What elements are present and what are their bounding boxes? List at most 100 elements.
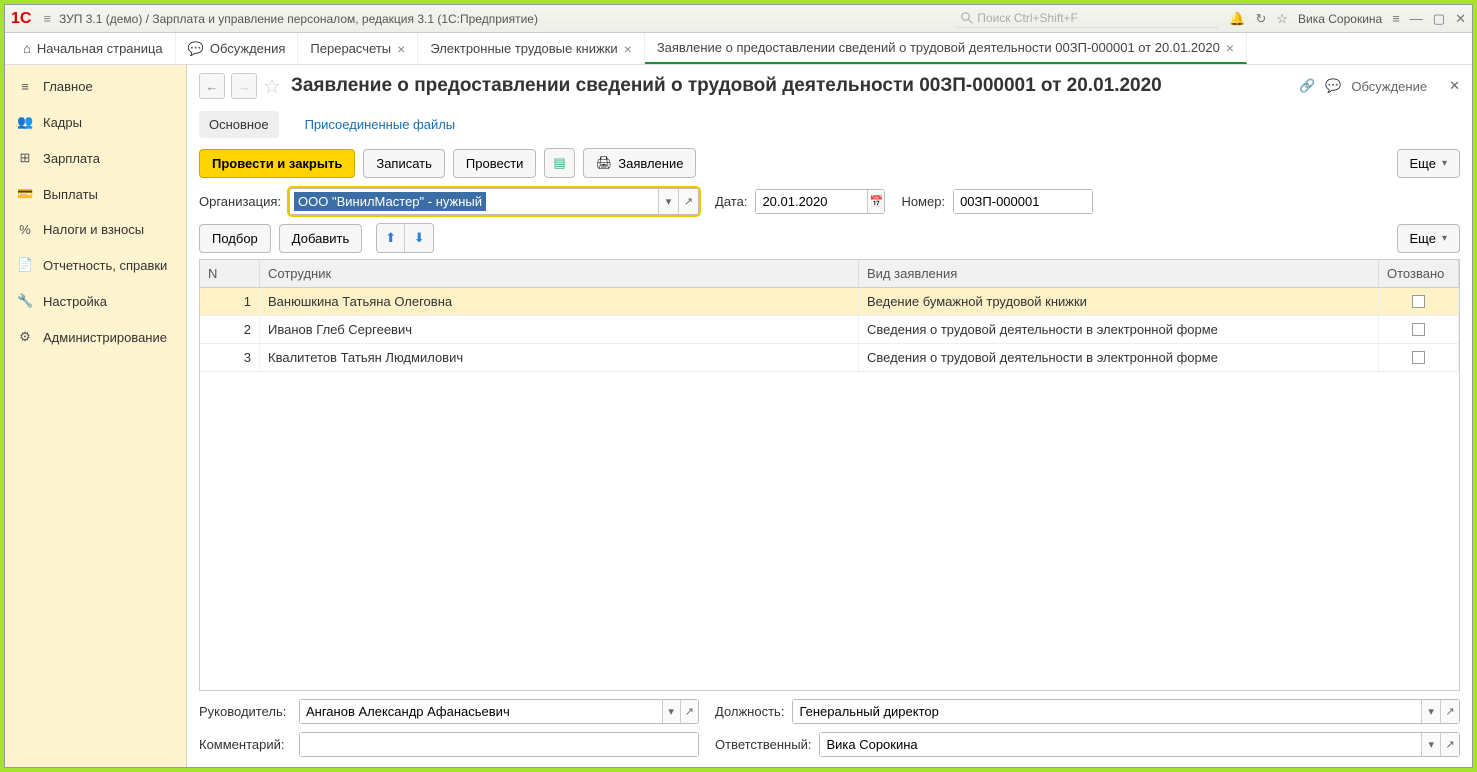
tab-label: Перерасчеты <box>310 41 391 56</box>
open-icon[interactable]: ↗ <box>1440 733 1459 756</box>
print-button[interactable]: 🖨Заявление <box>583 148 697 178</box>
page-title: Заявление о предоставлении сведений о тр… <box>291 75 1293 97</box>
back-button[interactable]: ← <box>199 73 225 99</box>
maximize-icon[interactable]: ▢ <box>1433 11 1445 27</box>
responsible-field[interactable]: ▾ ↗ <box>819 732 1460 757</box>
grid-header: N Сотрудник Вид заявления Отозвано <box>200 260 1459 288</box>
tab-label: Заявление о предоставлении сведений о тр… <box>657 40 1220 55</box>
comment-input[interactable] <box>300 733 698 756</box>
num-input[interactable] <box>954 190 1092 213</box>
form-row-main: Организация: ООО "ВинилМастер" - нужный … <box>199 188 1460 215</box>
comment-field[interactable] <box>299 732 699 757</box>
sidebar-item-taxes[interactable]: %Налоги и взносы <box>5 212 186 247</box>
open-icon[interactable]: ↗ <box>1440 700 1459 723</box>
num-label: Номер: <box>901 194 945 209</box>
open-icon[interactable]: ↗ <box>680 700 698 723</box>
close-icon[interactable]: × <box>1226 40 1234 56</box>
table-row[interactable]: 1 Ванюшкина Татьяна Олеговна Ведение бум… <box>200 288 1459 316</box>
select-button[interactable]: Подбор <box>199 224 271 253</box>
more-label: Еще <box>1410 231 1436 246</box>
sidebar-item-admin[interactable]: ⚙Администрирование <box>5 319 186 355</box>
table-more-button[interactable]: Еще ▾ <box>1397 224 1460 253</box>
tab-ebooks[interactable]: Электронные трудовые книжки × <box>418 33 645 64</box>
sidebar-item-settings[interactable]: 🔧Настройка <box>5 283 186 319</box>
history-icon[interactable]: ↻ <box>1255 11 1266 27</box>
cell-kind: Сведения о трудовой деятельности в элект… <box>859 316 1379 343</box>
move-down-button[interactable]: ⬇ <box>405 224 433 252</box>
table-row[interactable]: 2 Иванов Глеб Сергеевич Сведения о трудо… <box>200 316 1459 344</box>
dropdown-icon[interactable]: ▾ <box>662 700 680 723</box>
dropdown-icon[interactable]: ▾ <box>1421 700 1440 723</box>
position-field[interactable]: ▾ ↗ <box>792 699 1460 724</box>
tab-application[interactable]: Заявление о предоставлении сведений о тр… <box>645 33 1247 64</box>
col-revoked[interactable]: Отозвано <box>1379 260 1459 287</box>
close-icon[interactable]: × <box>397 41 405 57</box>
link-icon[interactable]: 🔗 <box>1299 78 1315 94</box>
global-search[interactable]: Поиск Ctrl+Shift+F <box>957 9 1217 28</box>
more-button[interactable]: Еще▾ <box>1397 149 1460 178</box>
subtabs: Основное Присоединенные файлы <box>199 111 1460 138</box>
discussion-label[interactable]: Обсуждение <box>1351 79 1427 94</box>
post-button[interactable]: Провести <box>453 149 537 178</box>
forward-button[interactable]: → <box>231 73 257 99</box>
tab-label: Электронные трудовые книжки <box>430 41 617 56</box>
report-button[interactable]: ▤ <box>544 148 574 178</box>
table-toolbar: Подбор Добавить ⬆ ⬇ Еще ▾ <box>199 223 1460 253</box>
date-field[interactable]: 📅 <box>755 189 885 214</box>
sidebar-item-salary[interactable]: ⊞Зарплата <box>5 140 186 176</box>
star-icon[interactable]: ☆ <box>1276 11 1288 27</box>
save-button[interactable]: Записать <box>363 149 445 178</box>
tab-recalc[interactable]: Перерасчеты × <box>298 33 418 64</box>
table-row[interactable]: 3 Квалитетов Татьян Людмилович Сведения … <box>200 344 1459 372</box>
bell-icon[interactable]: 🔔 <box>1229 11 1245 27</box>
revoked-checkbox[interactable] <box>1412 351 1425 364</box>
cell-employee: Квалитетов Татьян Людмилович <box>260 344 859 371</box>
sidebar-item-main[interactable]: ≡Главное <box>5 69 186 104</box>
revoked-checkbox[interactable] <box>1412 323 1425 336</box>
revoked-checkbox[interactable] <box>1412 295 1425 308</box>
position-input[interactable] <box>793 700 1421 723</box>
open-icon[interactable]: ↗ <box>678 189 698 214</box>
cell-n: 3 <box>200 344 260 371</box>
settings-lines-icon[interactable]: ≡ <box>1392 11 1400 26</box>
discussion-icon[interactable]: 💬 <box>1325 78 1341 94</box>
menu-icon[interactable]: ≡ <box>43 11 51 26</box>
sidebar-item-hr[interactable]: 👥Кадры <box>5 104 186 140</box>
cell-revoked <box>1379 288 1459 315</box>
col-kind[interactable]: Вид заявления <box>859 260 1379 287</box>
subtab-files[interactable]: Присоединенные файлы <box>295 111 466 138</box>
chevron-down-icon: ▾ <box>1442 233 1447 244</box>
org-field[interactable]: ООО "ВинилМастер" - нужный ▾ ↗ <box>289 188 699 215</box>
tab-discussions[interactable]: 💬 Обсуждения <box>176 33 299 64</box>
home-icon: ⌂ <box>23 41 31 56</box>
user-name[interactable]: Вика Сорокина <box>1298 12 1382 26</box>
dropdown-icon[interactable]: ▾ <box>658 189 678 214</box>
close-icon[interactable]: ✕ <box>1455 11 1466 27</box>
tab-home[interactable]: ⌂ Начальная страница <box>11 33 176 64</box>
sidebar-item-payouts[interactable]: 💳Выплаты <box>5 176 186 212</box>
minimize-icon[interactable]: — <box>1410 11 1423 26</box>
close-icon[interactable]: × <box>624 41 632 57</box>
add-button[interactable]: Добавить <box>279 224 362 253</box>
col-n[interactable]: N <box>200 260 260 287</box>
post-and-close-button[interactable]: Провести и закрыть <box>199 149 355 178</box>
col-employee[interactable]: Сотрудник <box>260 260 859 287</box>
tabbar: ⌂ Начальная страница 💬 Обсуждения Перера… <box>5 33 1472 65</box>
chevron-down-icon: ▾ <box>1442 158 1447 169</box>
move-up-button[interactable]: ⬆ <box>377 224 405 252</box>
date-input[interactable] <box>756 190 867 213</box>
logo-1c: 1C <box>11 10 31 28</box>
grid-body[interactable]: 1 Ванюшкина Татьяна Олеговна Ведение бум… <box>200 288 1459 690</box>
subtab-main[interactable]: Основное <box>199 111 279 138</box>
manager-input[interactable] <box>300 700 662 723</box>
sidebar-item-reports[interactable]: 📄Отчетность, справки <box>5 247 186 283</box>
favorite-star-icon[interactable]: ☆ <box>263 74 281 99</box>
close-page-icon[interactable]: ✕ <box>1449 78 1460 94</box>
responsible-input[interactable] <box>820 733 1421 756</box>
app-window: 1C ≡ ЗУП 3.1 (демо) / Зарплата и управле… <box>4 4 1473 768</box>
print-label: Заявление <box>618 156 683 171</box>
calendar-icon[interactable]: 📅 <box>867 190 884 213</box>
dropdown-icon[interactable]: ▾ <box>1421 733 1440 756</box>
manager-field[interactable]: ▾ ↗ <box>299 699 699 724</box>
sidebar-item-label: Налоги и взносы <box>43 222 144 237</box>
